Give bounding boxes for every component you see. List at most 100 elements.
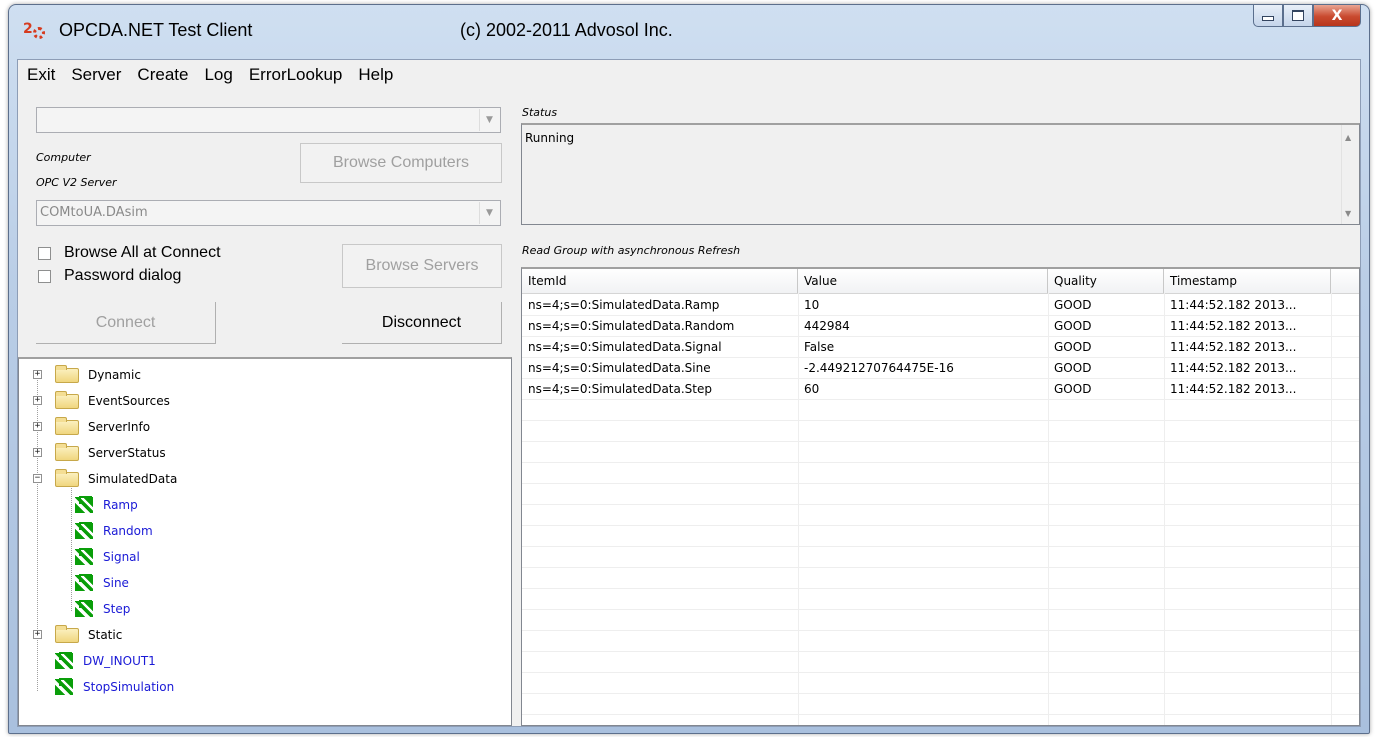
empty-row [522, 589, 1359, 610]
tree-node-simulateddata[interactable]: − SimulatedData [33, 466, 177, 492]
table-row[interactable]: ns=4;s=0:SimulatedData.Random 442984 GOO… [522, 316, 1359, 337]
close-icon: X [1331, 7, 1343, 24]
cell-timestamp: 11:44:52.182 2013... [1170, 319, 1297, 333]
browse-all-checkbox-row[interactable]: Browse All at Connect [38, 244, 221, 262]
browse-servers-button[interactable]: Browse Servers [342, 244, 502, 288]
tree-item-ramp[interactable]: Ramp [75, 492, 138, 518]
tree-label: DW_INOUT1 [83, 654, 156, 668]
browse-all-checkbox[interactable] [38, 246, 51, 260]
status-textbox[interactable]: Running ▲ ▼ [521, 123, 1360, 225]
cell-value: False [804, 340, 835, 354]
table-row[interactable]: ns=4;s=0:SimulatedData.Sine -2.449212707… [522, 358, 1359, 379]
opc-server-label: OPC V2 Server [36, 176, 117, 189]
cell-timestamp: 11:44:52.182 2013... [1170, 298, 1297, 312]
menu-exit[interactable]: Exit [18, 65, 63, 85]
empty-row [522, 610, 1359, 631]
menu-server[interactable]: Server [63, 65, 129, 85]
column-header-value[interactable]: Value [798, 269, 1048, 293]
expand-icon[interactable]: + [33, 396, 42, 405]
browse-computers-button[interactable]: Browse Computers [300, 143, 502, 183]
app-logo-icon: 2 [23, 21, 47, 41]
cell-quality: GOOD [1054, 319, 1092, 333]
tree-node-dynamic[interactable]: + Dynamic [33, 362, 141, 388]
tree-node-eventsources[interactable]: + EventSources [33, 388, 170, 414]
opc-item-icon [55, 652, 75, 670]
maximize-button[interactable] [1283, 5, 1313, 27]
read-group-title: Read Group with asynchronous Refresh [522, 244, 741, 257]
menu-errorlookup[interactable]: ErrorLookup [241, 65, 351, 85]
cell-timestamp: 11:44:52.182 2013... [1170, 340, 1297, 354]
folder-icon [55, 624, 79, 643]
tree-node-serverinfo[interactable]: + ServerInfo [33, 414, 150, 440]
table-row[interactable]: ns=4;s=0:SimulatedData.Step 60 GOOD 11:4… [522, 379, 1359, 400]
expand-icon[interactable]: + [33, 630, 42, 639]
opc-item-icon [75, 574, 95, 592]
empty-row [522, 505, 1359, 526]
tree-item-signal[interactable]: Signal [75, 544, 140, 570]
empty-row [522, 442, 1359, 463]
tree-label: Random [103, 524, 153, 538]
connect-button[interactable]: Connect [36, 302, 216, 344]
minimize-button[interactable] [1253, 5, 1283, 27]
expand-icon[interactable]: + [33, 448, 42, 457]
empty-row [522, 547, 1359, 568]
cell-itemid: ns=4;s=0:SimulatedData.Sine [528, 361, 711, 375]
empty-row [522, 652, 1359, 673]
grid-header: ItemId Value Quality Timestamp [522, 269, 1359, 294]
opc-item-icon [75, 600, 95, 618]
computer-label: Computer [36, 151, 91, 164]
main-window: 2 OPCDA.NET Test Client (c) 2002-2011 Ad… [8, 4, 1370, 734]
menu-create[interactable]: Create [129, 65, 196, 85]
tree-item-dw-inout1[interactable]: DW_INOUT1 [55, 648, 156, 674]
cell-quality: GOOD [1054, 340, 1092, 354]
tree-label: Static [88, 628, 123, 642]
folder-icon [55, 468, 79, 487]
menu-help[interactable]: Help [350, 65, 401, 85]
chevron-down-icon[interactable]: ▼ [479, 202, 499, 224]
tree-label: Signal [103, 550, 140, 564]
column-header-quality[interactable]: Quality [1048, 269, 1164, 293]
disconnect-button[interactable]: Disconnect [342, 302, 502, 344]
cell-value: 442984 [804, 319, 850, 333]
expand-icon[interactable]: + [33, 370, 42, 379]
tree-label: Sine [103, 576, 129, 590]
tree-node-static[interactable]: + Static [33, 622, 122, 648]
server-tree[interactable]: + Dynamic + EventSources + ServerInfo + [18, 357, 512, 726]
column-header-timestamp[interactable]: Timestamp [1164, 269, 1331, 293]
tree-item-random[interactable]: Random [75, 518, 153, 544]
password-dialog-checkbox[interactable] [38, 269, 51, 283]
close-button[interactable]: X [1313, 5, 1361, 27]
empty-row [522, 673, 1359, 694]
opc-item-icon [55, 678, 75, 696]
opc-item-icon [75, 496, 95, 514]
computer-combo[interactable]: ▼ [36, 107, 501, 133]
tree-item-step[interactable]: Step [75, 596, 130, 622]
table-row[interactable]: ns=4;s=0:SimulatedData.Signal False GOOD… [522, 337, 1359, 358]
column-header-itemid[interactable]: ItemId [522, 269, 798, 293]
scroll-up-icon[interactable]: ▲ [1345, 133, 1351, 142]
empty-row [522, 421, 1359, 442]
tree-item-sine[interactable]: Sine [75, 570, 129, 596]
read-group-grid[interactable]: ItemId Value Quality Timestamp ns=4;s=0:… [521, 267, 1360, 726]
server-combo[interactable]: COMtoUA.DAsim ▼ [36, 200, 501, 226]
password-checkbox-row[interactable]: Password dialog [38, 267, 181, 285]
collapse-icon[interactable]: − [33, 474, 42, 483]
title-bar[interactable]: 2 OPCDA.NET Test Client (c) 2002-2011 Ad… [9, 5, 1369, 57]
cell-itemid: ns=4;s=0:SimulatedData.Signal [528, 340, 722, 354]
maximize-icon [1292, 10, 1304, 21]
tree-label: ServerStatus [88, 446, 166, 460]
scroll-down-icon[interactable]: ▼ [1345, 209, 1351, 218]
cell-value: 10 [804, 298, 820, 312]
tree-label: Step [103, 602, 131, 616]
status-text: Running [525, 131, 575, 145]
server-combo-value: COMtoUA.DAsim [40, 205, 148, 220]
tree-item-stopsimulation[interactable]: StopSimulation [55, 674, 174, 700]
chevron-down-icon[interactable]: ▼ [479, 109, 499, 131]
cell-value: 60 [804, 382, 820, 396]
menu-log[interactable]: Log [196, 65, 240, 85]
tree-node-serverstatus[interactable]: + ServerStatus [33, 440, 166, 466]
table-row[interactable]: ns=4;s=0:SimulatedData.Ramp 10 GOOD 11:4… [522, 295, 1359, 316]
cell-timestamp: 11:44:52.182 2013... [1170, 361, 1297, 375]
status-scrollbar[interactable]: ▲ ▼ [1341, 125, 1359, 224]
expand-icon[interactable]: + [33, 422, 42, 431]
